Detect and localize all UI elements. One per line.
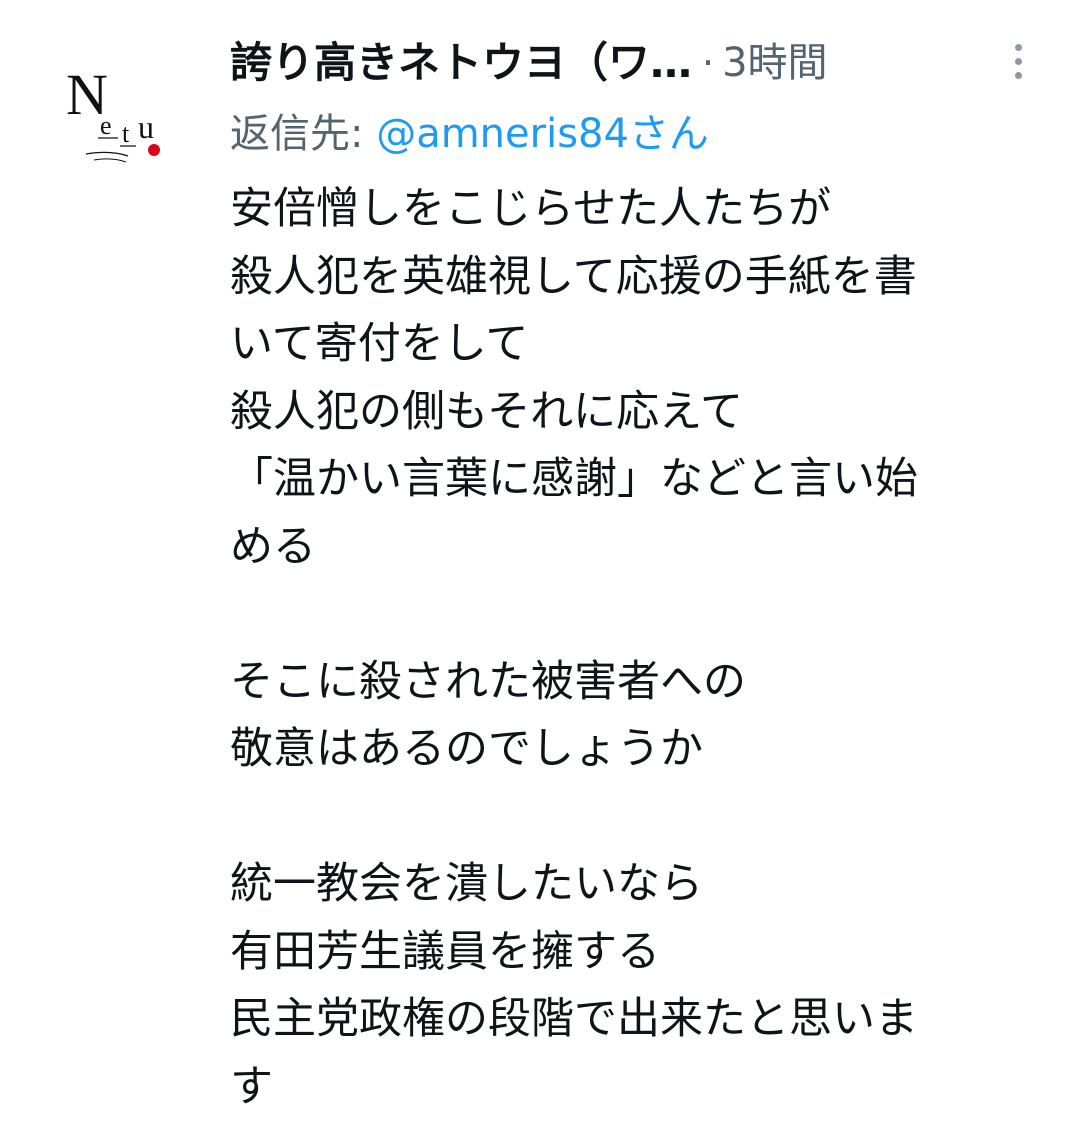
tweet-text-line: 有田芳生議員を擁する bbox=[230, 926, 660, 977]
tweet-text-line: 殺人犯を英雄視して応援の手紙を書 bbox=[230, 251, 917, 302]
vertical-ellipsis-icon bbox=[1014, 71, 1022, 79]
tweet-text-line: 敬意はあるのでしょうか bbox=[230, 724, 703, 774]
tweet-text-line: 統一教会を潰したいなら bbox=[230, 859, 703, 909]
vertical-ellipsis-icon bbox=[1014, 43, 1022, 51]
tweet-text-line: める bbox=[230, 521, 316, 572]
tweet-header: 誇り高きネトウヨ（ワ… · 3時間 bbox=[230, 30, 1040, 96]
tweet-text-line: 「温かい言葉に感謝」などと言い始 bbox=[230, 454, 918, 504]
svg-text:e: e bbox=[100, 111, 112, 140]
reply-handle-link[interactable]: @amneris84さん bbox=[376, 111, 709, 157]
svg-text:u: u bbox=[138, 109, 154, 145]
tweet-text-line: 安倍憎しをこじらせた人たちが bbox=[230, 184, 832, 234]
tweet-text: 安倍憎しをこじらせた人たちが 殺人犯を英雄視して応援の手紙を書 いて寄付をして … bbox=[230, 176, 1050, 1121]
tweet-text-line: 民主党政権の段階で出来たと思いま bbox=[230, 994, 918, 1044]
display-name[interactable]: 誇り高きネトウヨ（ワ… bbox=[230, 30, 692, 96]
tweet-text-line: す bbox=[230, 1061, 273, 1112]
reply-prefix: 返信先: bbox=[230, 111, 377, 157]
tweet-text-line: そこに殺された被害者への bbox=[230, 656, 746, 707]
tweet-text-line: 殺人犯の側もそれに応えて bbox=[230, 386, 743, 437]
tweet-timestamp[interactable]: 3時間 bbox=[722, 30, 827, 96]
svg-text:t: t bbox=[122, 119, 130, 148]
tweet-text-line: いて寄付をして bbox=[230, 319, 529, 369]
more-options-button[interactable] bbox=[996, 36, 1040, 86]
netu-logo-avatar: N e t u bbox=[66, 62, 160, 163]
avatar[interactable]: N e t u bbox=[50, 52, 180, 182]
header-separator: · bbox=[702, 41, 715, 85]
reply-context: 返信先: @amneris84さん bbox=[230, 102, 709, 166]
vertical-ellipsis-icon bbox=[1014, 57, 1022, 65]
tweet[interactable]: N e t u 誇り高きネトウヨ（ワ… · 3時間 返信先: @amneris8… bbox=[0, 0, 1079, 1129]
